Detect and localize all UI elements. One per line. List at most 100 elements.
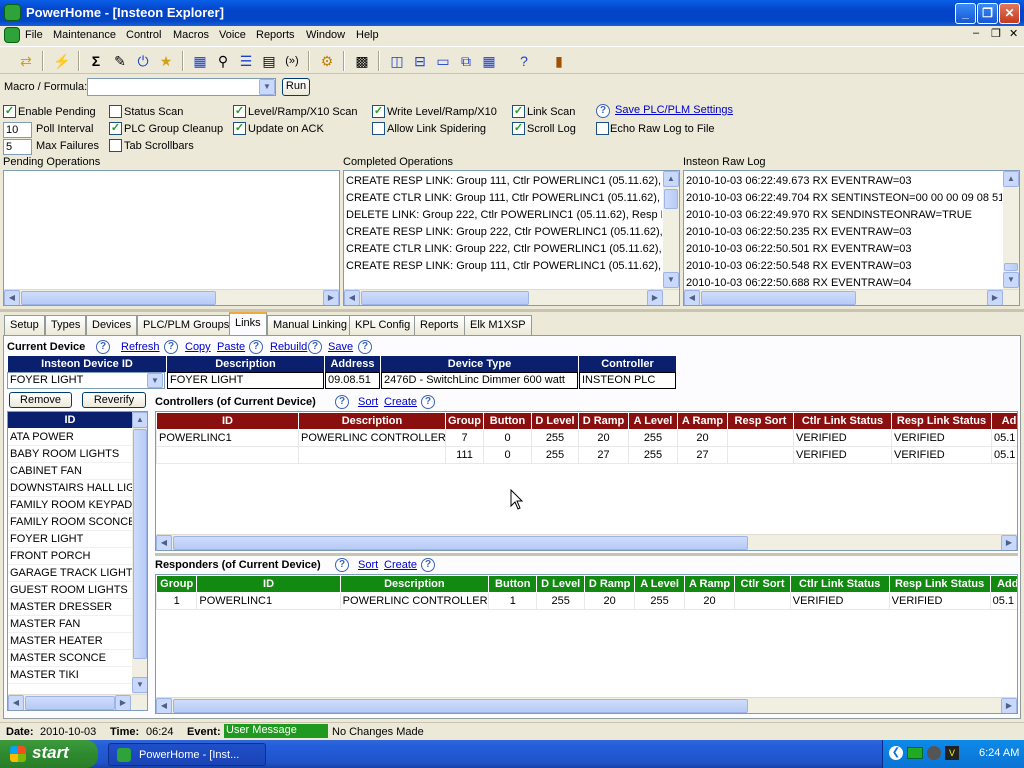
report-icon[interactable]: ▤ <box>259 51 279 71</box>
pending-hscroll[interactable]: ◀ ▶ <box>4 289 339 305</box>
exit-icon[interactable]: ▮ <box>549 51 569 71</box>
help-icon[interactable]: ? <box>596 104 610 118</box>
device-description-field[interactable]: FOYER LIGHT <box>167 372 324 389</box>
scroll-right-icon[interactable]: ▶ <box>1001 535 1017 550</box>
help-icon[interactable]: ? <box>358 340 372 354</box>
status-scan-checkbox[interactable] <box>109 105 122 118</box>
controllers-col-header[interactable]: A Ramp <box>677 412 728 430</box>
device-list-item[interactable]: MASTER HEATER <box>8 633 132 650</box>
menu-control[interactable]: Control <box>126 29 161 41</box>
calendar-icon[interactable]: ▦ <box>190 51 210 71</box>
scroll-right-icon[interactable]: ▶ <box>323 290 339 305</box>
responders-sort-link[interactable]: Sort <box>358 559 378 571</box>
responders-col-header[interactable]: Ctlr Link Status <box>789 575 890 593</box>
gear-icon[interactable]: ⚙ <box>317 51 337 71</box>
tab-plc-groups[interactable]: PLC/PLM Groups <box>137 315 236 335</box>
max-failures-input[interactable] <box>3 139 32 155</box>
binoculars-icon[interactable]: ⚲ <box>213 51 233 71</box>
help-icon[interactable]: ? <box>96 340 110 354</box>
responders-create-link[interactable]: Create <box>384 559 417 571</box>
scroll-left-icon[interactable]: ◀ <box>156 698 172 713</box>
scroll-thumb[interactable] <box>25 696 115 710</box>
raw-log-line[interactable]: 2010-10-03 06:22:49.970 RX SENDINSTEONRA… <box>684 207 1002 224</box>
responders-col-header[interactable]: Group <box>156 575 198 593</box>
controllers-create-link[interactable]: Create <box>384 396 417 408</box>
completed-vscroll[interactable]: ▲ ▼ <box>663 171 679 289</box>
completed-line[interactable]: CREATE CTLR LINK: Group 111, Ctlr POWERL… <box>344 190 662 207</box>
remove-button[interactable]: Remove <box>9 392 72 408</box>
help-icon[interactable]: ? <box>335 558 349 572</box>
device-address-field[interactable]: 09.08.51 <box>325 372 380 389</box>
responders-col-header[interactable]: Ctlr Sort <box>734 575 791 593</box>
scroll-thumb[interactable] <box>701 291 856 305</box>
controllers-col-header[interactable]: Ctlr Link Status <box>793 412 892 430</box>
mdi-close-icon[interactable]: ✕ <box>1009 27 1018 40</box>
scroll-thumb[interactable] <box>173 699 748 713</box>
pending-operations-list[interactable]: ◀ ▶ <box>3 170 340 306</box>
signal-icon[interactable]: (») <box>282 51 302 71</box>
controllers-col-header[interactable]: Button <box>483 412 532 430</box>
completed-line[interactable]: CREATE RESP LINK: Group 222, Ctlr POWERL… <box>344 224 662 241</box>
tab-manual-linking[interactable]: Manual Linking <box>267 315 353 335</box>
controllers-col-header[interactable]: Group <box>445 412 484 430</box>
maximize-button[interactable]: ❐ <box>977 3 998 24</box>
scroll-right-icon[interactable]: ▶ <box>647 290 663 305</box>
responders-col-header[interactable]: Button <box>488 575 538 593</box>
controllers-col-header[interactable]: ID <box>156 412 299 430</box>
responders-col-header[interactable]: Resp Link Status <box>888 575 991 593</box>
grid-splitter[interactable] <box>155 553 1018 556</box>
device-id-select[interactable]: FOYER LIGHT <box>7 372 165 389</box>
volume-icon[interactable] <box>927 746 941 760</box>
tab-reports[interactable]: Reports <box>414 315 465 335</box>
scroll-thumb[interactable] <box>361 291 529 305</box>
update-ack-checkbox[interactable]: ✓ <box>233 122 246 135</box>
macro-dropdown-icon[interactable]: ▼ <box>259 79 275 95</box>
responders-grid[interactable]: Group ID Description Button D Level D Ramp A L… <box>155 574 1018 714</box>
device-list-item[interactable]: MASTER DRESSER <box>8 599 132 616</box>
scroll-thumb[interactable] <box>173 536 748 550</box>
menu-maintenance[interactable]: Maintenance <box>53 29 116 41</box>
device-list[interactable]: ID ATA POWER BABY ROOM LIGHTS CABINET FAN D… <box>7 411 148 711</box>
menu-voice[interactable]: Voice <box>219 29 246 41</box>
scroll-down-icon[interactable]: ▼ <box>132 677 147 693</box>
controllers-sort-link[interactable]: Sort <box>358 396 378 408</box>
menu-window[interactable]: Window <box>306 29 345 41</box>
scroll-left-icon[interactable]: ◀ <box>8 695 24 710</box>
responders-col-header[interactable]: A Ramp <box>683 575 736 593</box>
scroll-thumb[interactable] <box>21 291 216 305</box>
echo-raw-checkbox[interactable] <box>596 122 609 135</box>
raw-log-line[interactable]: 2010-10-03 06:22:50.501 RX EVENTRAW=03 <box>684 241 1002 258</box>
splitter[interactable] <box>0 309 1024 312</box>
mdi-minimize-icon[interactable]: – <box>973 27 979 39</box>
controllers-grid[interactable]: ID Description Group Button D Level D Ramp A L… <box>155 411 1018 551</box>
completed-line[interactable]: CREATE RESP LINK: Group 111, Ctlr POWERL… <box>344 258 662 275</box>
plc-cleanup-checkbox[interactable]: ✓ <box>109 122 122 135</box>
scroll-right-icon[interactable]: ▶ <box>1001 698 1017 713</box>
network-icon[interactable] <box>907 747 923 759</box>
controllers-col-header[interactable]: Resp Link Status <box>891 412 992 430</box>
device-list-item[interactable]: BABY ROOM LIGHTS <box>8 446 132 463</box>
devlist-vscroll[interactable]: ▲ ▼ <box>132 412 147 694</box>
window-icon[interactable]: ▭ <box>433 51 453 71</box>
scroll-left-icon[interactable]: ◀ <box>344 290 360 305</box>
controllers-col-header[interactable]: Ad <box>991 412 1017 430</box>
help-icon[interactable]: ? <box>421 395 435 409</box>
raw-vscroll[interactable]: ▲ ▼ <box>1003 171 1019 289</box>
scroll-thumb[interactable] <box>664 189 678 209</box>
device-list-item[interactable]: FAMILY ROOM SCONCE <box>8 514 132 531</box>
tab-setup[interactable]: Setup <box>4 315 45 335</box>
save-plc-settings-link[interactable]: Save PLC/PLM Settings <box>615 104 733 116</box>
help-icon[interactable]: ? <box>514 51 534 71</box>
star-icon[interactable]: ★ <box>156 51 176 71</box>
refresh-arrows-icon[interactable]: ⇄ <box>16 51 36 71</box>
reverify-button[interactable]: Reverify <box>82 392 146 408</box>
controllers-row[interactable]: POWERLINC1 POWERLINC CONTROLLER 7 0 255 20 255… <box>156 429 1017 447</box>
run-button[interactable]: Run <box>282 78 310 96</box>
write-level-checkbox[interactable]: ✓ <box>372 105 385 118</box>
device-list-item[interactable]: FOYER LIGHT <box>8 531 132 548</box>
menu-reports[interactable]: Reports <box>256 29 295 41</box>
responders-col-header[interactable]: ID <box>196 575 341 593</box>
tab-devices[interactable]: Devices <box>86 315 138 335</box>
tab-types[interactable]: Types <box>45 315 87 335</box>
controllers-col-header[interactable]: D Ramp <box>578 412 629 430</box>
